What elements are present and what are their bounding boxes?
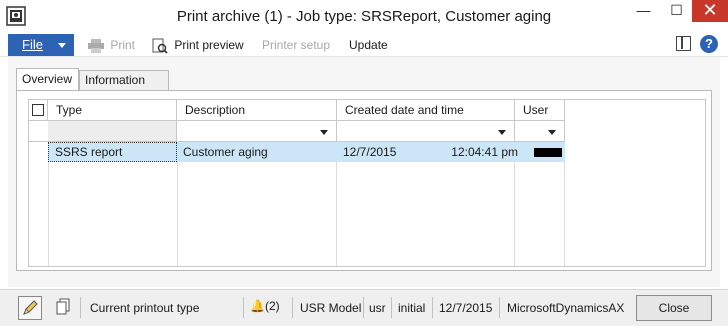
update-button[interactable]: Update <box>349 37 388 53</box>
column-header-created[interactable]: Created date and time <box>337 100 515 121</box>
filter-description[interactable] <box>177 121 337 142</box>
cell-time[interactable]: 12:04:41 pm <box>427 142 526 162</box>
help-icon[interactable]: ? <box>700 35 718 53</box>
status-separator <box>243 297 244 318</box>
bell-icon: 🔔 <box>250 299 265 313</box>
action-pane: File Print Print preview Printer setup U… <box>0 33 728 57</box>
layer-label: usr <box>369 301 386 315</box>
close-button[interactable]: Close <box>636 295 712 321</box>
close-window-button[interactable]: ✕ <box>692 0 728 22</box>
print-archive-grid: Type Description Created date and time U… <box>28 99 706 267</box>
tab-overview[interactable]: Overview <box>16 68 79 91</box>
column-header-type[interactable]: Type <box>48 100 177 121</box>
cell-description[interactable]: Customer aging <box>177 142 337 162</box>
print-preview-button[interactable]: Print preview <box>152 37 244 54</box>
print-label: Print <box>110 38 136 52</box>
printer-setup-button[interactable]: Printer setup <box>262 37 330 53</box>
dropdown-arrow-icon[interactable] <box>320 130 328 135</box>
model-label: USR Model <box>300 301 362 315</box>
document-icon <box>56 298 70 315</box>
filter-type[interactable] <box>48 121 177 142</box>
edit-mode-button[interactable] <box>18 296 42 320</box>
title-bar: Print archive (1) - Job type: SRSReport,… <box>0 0 728 33</box>
layout-icon[interactable] <box>676 36 691 51</box>
filter-spacer <box>29 121 48 142</box>
print-button[interactable]: Print <box>88 37 135 53</box>
status-separator <box>499 297 500 318</box>
window-title: Print archive (1) - Job type: SRSReport,… <box>176 8 552 25</box>
filter-created[interactable] <box>337 121 515 142</box>
status-bar: Current printout type 🔔(2) USR Model usr… <box>0 289 728 326</box>
print-preview-icon <box>152 38 168 54</box>
redacted-user <box>534 148 562 157</box>
cell-type[interactable]: SSRS report <box>48 142 177 162</box>
notifications-button[interactable]: 🔔(2) <box>250 298 280 314</box>
status-separator <box>391 297 392 318</box>
cell-date[interactable]: 12/7/2015 <box>337 142 427 162</box>
company-label: initial <box>398 301 426 315</box>
status-separator <box>80 297 81 318</box>
dropdown-arrow-icon[interactable] <box>548 130 556 135</box>
current-printout-type: Current printout type <box>90 301 200 315</box>
tab-information[interactable]: Information <box>79 70 169 90</box>
select-all-checkbox[interactable] <box>32 104 44 116</box>
status-separator <box>363 297 364 318</box>
status-separator <box>432 297 433 318</box>
table-row[interactable]: SSRS report Customer aging 12/7/2015 12:… <box>48 142 565 162</box>
column-header-user[interactable]: User <box>515 100 565 121</box>
column-header-description[interactable]: Description <box>177 100 337 121</box>
notification-count: (2) <box>264 299 280 313</box>
filter-user[interactable] <box>515 121 565 142</box>
select-all-header <box>29 100 48 121</box>
instance-label: MicrosoftDynamicsAX <box>507 301 625 315</box>
session-date: 12/7/2015 <box>439 301 493 315</box>
file-menu-label: File <box>22 37 43 52</box>
file-menu-button[interactable]: File <box>8 34 74 56</box>
maximize-button[interactable]: ☐ <box>660 0 693 22</box>
print-preview-label: Print preview <box>174 38 244 52</box>
pencil-icon <box>23 300 38 315</box>
status-separator <box>292 297 293 318</box>
chevron-down-icon <box>58 43 66 48</box>
printer-icon <box>88 38 104 53</box>
dropdown-arrow-icon[interactable] <box>498 130 506 135</box>
cell-user[interactable] <box>526 142 576 162</box>
minimize-button[interactable]: — <box>627 0 660 22</box>
